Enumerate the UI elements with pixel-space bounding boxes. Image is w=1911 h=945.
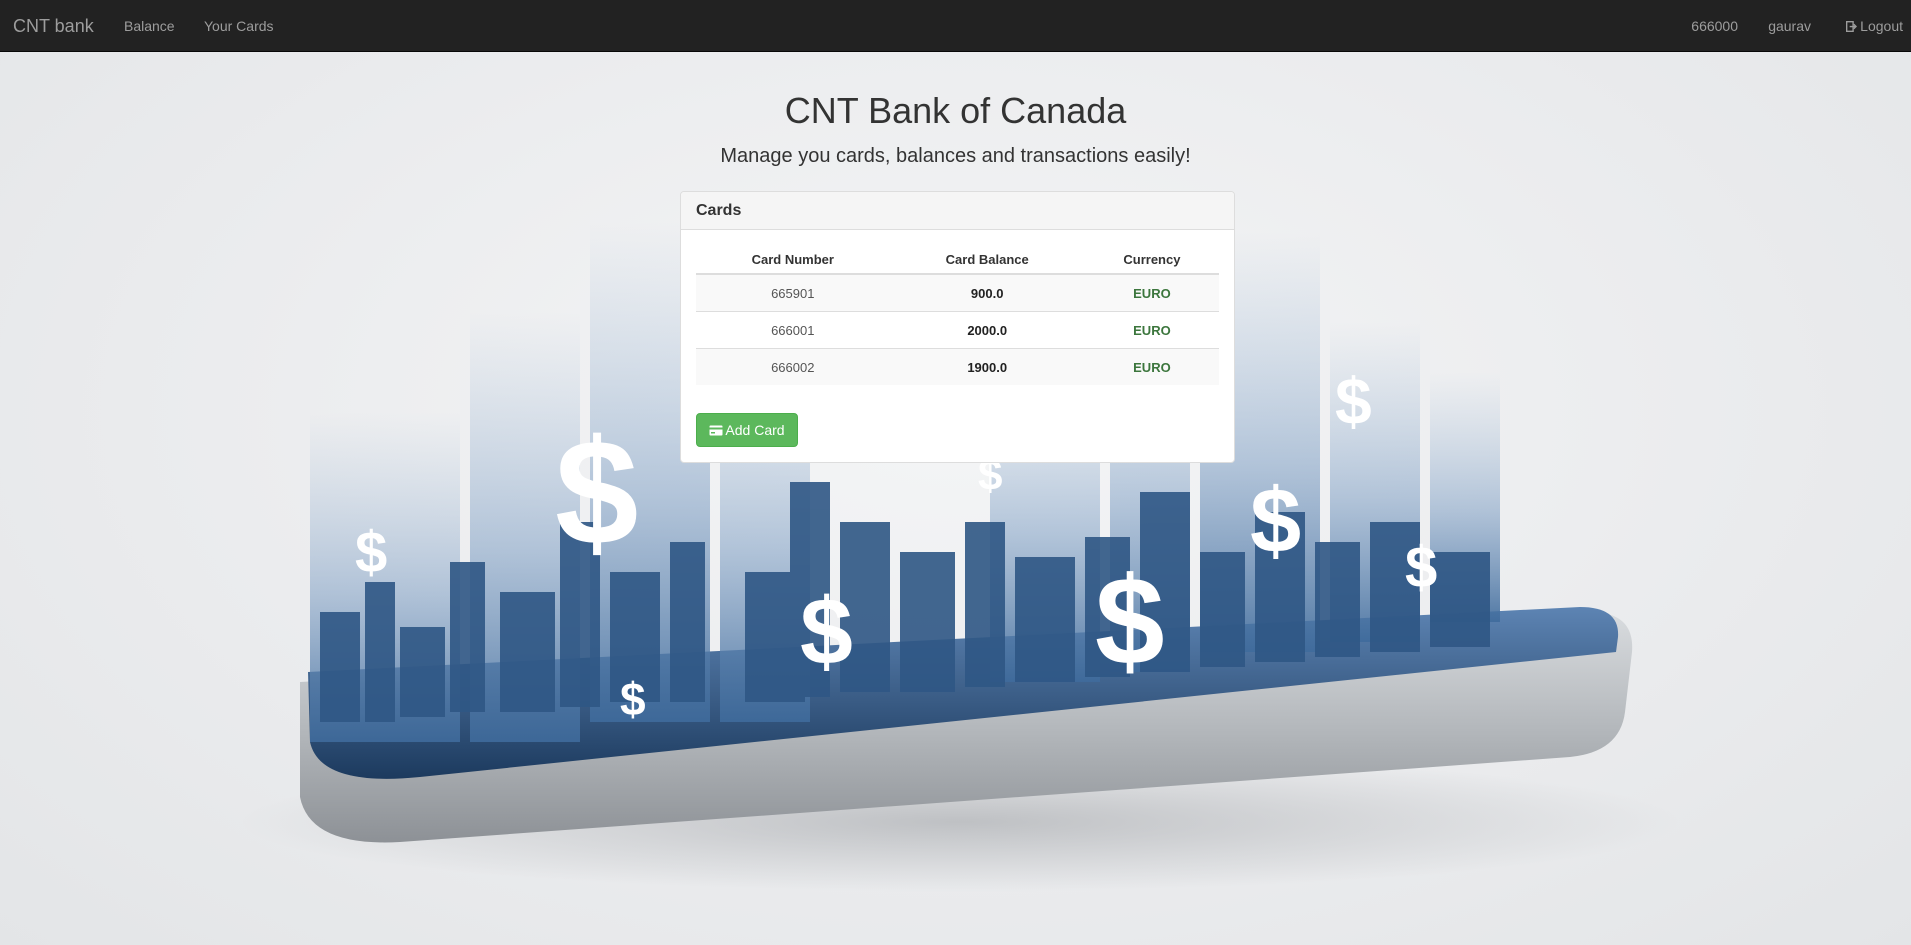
nav-link-balance[interactable]: Balance <box>124 18 175 34</box>
table-row: 665901 900.0 EURO <box>696 273 1219 312</box>
page-title: CNT Bank of Canada <box>784 90 1127 131</box>
card-number-cell: 665901 <box>696 273 890 312</box>
top-navbar: CNT bank Balance Your Cards 666000 gaura… <box>0 0 1911 52</box>
card-balance-cell: 900.0 <box>889 273 1085 312</box>
svg-text:$: $ <box>355 520 387 585</box>
logout-label: Logout <box>1860 18 1903 34</box>
credit-card-icon <box>709 425 723 435</box>
column-header-currency: Currency <box>1084 245 1219 275</box>
svg-text:$: $ <box>1095 552 1165 691</box>
nav-username[interactable]: gaurav <box>1768 18 1811 34</box>
table-row: 666002 1900.0 EURO <box>696 348 1219 385</box>
svg-text:$: $ <box>1335 364 1372 438</box>
card-balance-cell: 1900.0 <box>889 348 1085 385</box>
cards-panel: Cards Card Number Card Balance Currency … <box>680 191 1235 463</box>
currency-cell: EURO <box>1084 273 1219 312</box>
logout-link[interactable]: Logout <box>1846 18 1903 34</box>
currency-cell: EURO <box>1084 311 1219 349</box>
table-header-row: Card Number Card Balance Currency <box>696 245 1219 275</box>
svg-text:$: $ <box>800 579 853 685</box>
table-row: 666001 2000.0 EURO <box>696 311 1219 349</box>
currency-cell: EURO <box>1084 348 1219 385</box>
nav-account-number[interactable]: 666000 <box>1691 18 1738 34</box>
add-card-button[interactable]: Add Card <box>696 413 798 447</box>
column-header-card-number: Card Number <box>696 245 890 275</box>
brand-link[interactable]: CNT bank <box>13 16 94 37</box>
column-header-card-balance: Card Balance <box>889 245 1085 275</box>
card-number-cell: 666002 <box>696 348 890 385</box>
svg-text:$: $ <box>1405 535 1437 600</box>
add-card-label: Add Card <box>725 422 785 438</box>
svg-text:$: $ <box>555 408 638 576</box>
card-balance-cell: 2000.0 <box>889 311 1085 349</box>
cards-table: Card Number Card Balance Currency 665901… <box>696 245 1219 385</box>
logout-icon <box>1846 21 1858 32</box>
panel-title: Cards <box>681 192 1234 230</box>
svg-text:$: $ <box>620 673 646 725</box>
phone-city-illustration: $ $ $ $ $ $ $ $ $ <box>240 222 1680 892</box>
nav-link-your-cards[interactable]: Your Cards <box>204 18 274 34</box>
card-number-cell: 666001 <box>696 311 890 349</box>
hero-background-image: $ $ $ $ $ $ $ $ $ <box>0 52 1911 945</box>
svg-text:$: $ <box>1250 470 1301 572</box>
page-subtitle: Manage you cards, balances and transacti… <box>720 145 1191 167</box>
